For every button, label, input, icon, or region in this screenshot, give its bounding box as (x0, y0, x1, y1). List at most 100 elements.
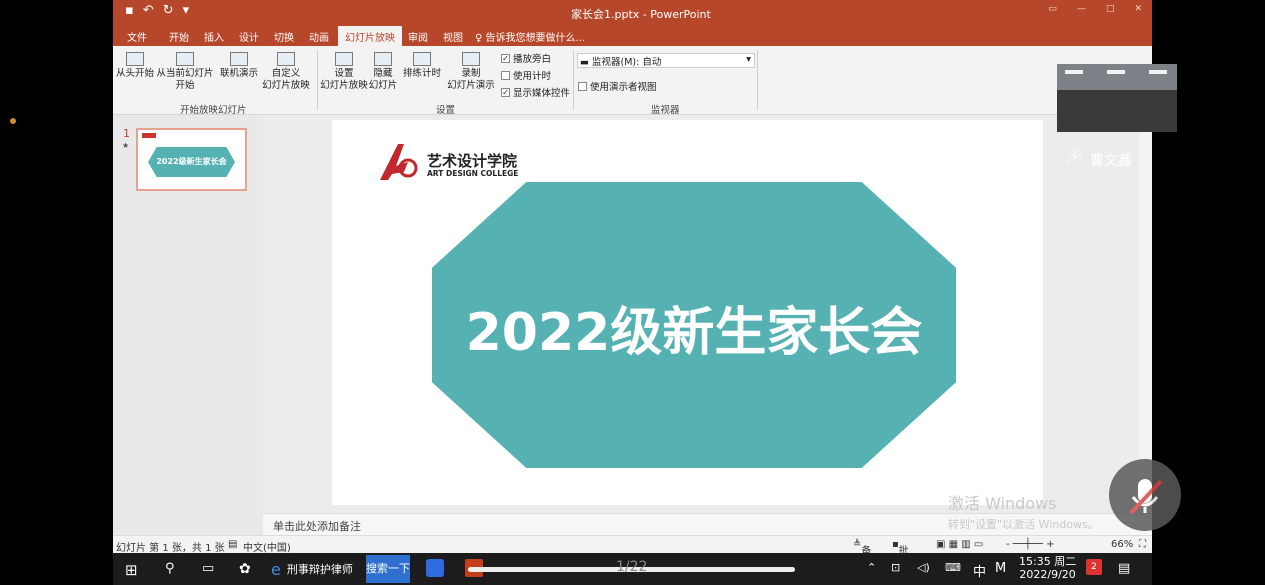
from-current-button[interactable]: 从当前幻灯片 开始 (155, 52, 215, 92)
use-timings-checkbox[interactable]: 使用计时 (501, 68, 551, 82)
slide-number: 1 (123, 127, 130, 140)
action-center-icon[interactable]: ▤ (1118, 561, 1130, 576)
online-present-icon (230, 52, 248, 66)
input-mode-icon[interactable]: M (995, 561, 1006, 576)
slide-thumbnail[interactable]: 2022级新生家长会 (136, 128, 247, 191)
slideshow-current-icon (176, 52, 194, 66)
tab-insert[interactable]: 插入 (204, 29, 224, 44)
system-clock[interactable]: 15:35 周二 2022/9/20 (1019, 555, 1076, 581)
browser-taskbar-item[interactable]: e 刑事辩护律师 (265, 555, 363, 583)
ribbon: 从头开始 从当前幻灯片 开始 联机演示 自定义 幻灯片放映 开始放映幻灯片 设置… (113, 46, 1152, 116)
tab-view[interactable]: 视图 (443, 29, 463, 44)
powerpoint-window: ▪ ↶ ↻ ▾ 家长会1.pptx - PowerPoint ▭ — □ ✕ 文… (113, 0, 1152, 553)
monitor-value: 监视器(M): 自动 (592, 57, 662, 68)
show-media-controls-checkbox[interactable]: ✓ 显示媒体控件 (501, 85, 570, 99)
meeting-app-icon[interactable] (426, 559, 444, 577)
save-icon[interactable]: ▪ (125, 3, 134, 18)
slide-thumbnails-pane: 1 ★ 2022级新生家长会 (113, 115, 263, 535)
clock-time: 15:35 周二 (1019, 555, 1077, 568)
browser-label: 刑事辩护律师 (286, 563, 353, 576)
minimize-icon[interactable]: — (1077, 4, 1086, 14)
presenter-view-checkbox[interactable]: 使用演示者视图 (578, 79, 657, 93)
setup-slideshow-button[interactable]: 设置 幻灯片放映 (319, 52, 369, 92)
quick-access-toolbar: ▪ ↶ ↻ ▾ (125, 3, 189, 18)
view-buttons[interactable]: ▣ ▦ ▥ ▭ (936, 539, 983, 550)
tab-animations[interactable]: 动画 (309, 29, 329, 44)
play-narration-checkbox[interactable]: ✓ 播放旁白 (501, 51, 551, 65)
tell-me-box[interactable]: ♀ 告诉我您想要做什么... (475, 29, 585, 44)
search-button[interactable]: 搜索一下 (366, 555, 410, 583)
zoom-level[interactable]: 66% (1111, 539, 1133, 550)
tab-slideshow[interactable]: 幻灯片放映 (338, 26, 402, 46)
setup-label-2: 幻灯片放映 (320, 80, 368, 91)
checkmark-icon: ✓ (501, 53, 510, 63)
page-counter: 1/22 (616, 559, 648, 575)
hide-label-2: 幻灯片 (368, 80, 398, 91)
tab-review[interactable]: 审阅 (408, 29, 428, 44)
windows-taskbar: ⊞ ⚲ ▭ ✿ e 刑事辩护律师 搜索一下 1/22 ⌃ ⊡ ◁) ⌨ 中 M … (113, 553, 1152, 585)
record-slideshow-button[interactable]: 录制 幻灯片演示 (443, 52, 499, 92)
undo-icon[interactable]: ↶ (143, 3, 154, 18)
language[interactable]: 中文(中国) (243, 539, 291, 553)
group-start-slideshow: 开始放映幻灯片 (180, 105, 247, 116)
custom-label-2: 幻灯片放映 (262, 80, 310, 91)
customize-qat-icon[interactable]: ▾ (183, 3, 190, 18)
online-present-button[interactable]: 联机演示 (217, 52, 261, 80)
redo-icon[interactable]: ↻ (163, 3, 174, 18)
clock-date: 2022/9/20 (1019, 568, 1076, 581)
chevron-up-icon[interactable]: ⌃ (867, 561, 876, 574)
orange-dot (10, 118, 16, 124)
slide-canvas[interactable]: 艺术设计学院 ART DESIGN COLLEGE 2022级新生家长会 (332, 120, 1043, 505)
search-icon[interactable]: ⚲ (165, 561, 175, 576)
divider (757, 50, 758, 110)
rehearse-label: 排练计时 (402, 68, 441, 79)
divider (317, 50, 318, 110)
tab-file[interactable]: 文件 (127, 29, 147, 44)
watermark-line1: 激活 Windows (948, 494, 1057, 513)
hide-label: 隐藏 (373, 68, 393, 79)
ribbon-display-icon[interactable]: ▭ (1048, 4, 1057, 14)
windows-start-icon[interactable]: ⊞ (125, 561, 138, 579)
activation-watermark: 激活 Windows 转到"设置"以激活 Windows。 (948, 490, 1099, 532)
volume-icon[interactable]: ◁) (917, 561, 930, 574)
narration-label: 播放旁白 (513, 54, 552, 65)
ime-indicator[interactable]: 中 (973, 561, 986, 580)
task-view-icon[interactable]: ▭ (202, 561, 214, 576)
tab-design[interactable]: 设计 (239, 29, 259, 44)
fit-slide-icon[interactable]: ⛶ (1139, 539, 1146, 550)
close-icon[interactable]: ✕ (1134, 4, 1142, 14)
monitor-icon: ▬ (580, 57, 589, 68)
checkbox-empty-icon (501, 70, 510, 80)
hide-slide-button[interactable]: 隐藏 幻灯片 (368, 52, 398, 92)
notification-badge[interactable]: 2 (1086, 559, 1102, 575)
logo-chinese: 艺术设计学院 (427, 152, 518, 170)
network-icon[interactable]: ⊡ (891, 561, 900, 574)
maximize-icon[interactable]: □ (1106, 4, 1115, 14)
rehearse-timings-button[interactable]: 排练计时 (401, 52, 443, 80)
zoom-slider[interactable]: - ──┼── + (1006, 539, 1054, 550)
spellcheck-icon[interactable]: ▤ (228, 539, 237, 550)
presenter-label: 使用演示者视图 (590, 82, 657, 93)
ie-icon: e (271, 559, 281, 579)
checkbox-empty-icon (578, 81, 587, 91)
from-beginning-button[interactable]: 从头开始 (115, 52, 155, 80)
tab-transitions[interactable]: 切换 (274, 29, 294, 44)
slide-title[interactable]: 2022级新生家长会 (432, 290, 956, 365)
app-icon[interactable]: ✿ (239, 561, 251, 577)
monitor-select[interactable]: ▬ 监视器(M): 自动 ▾ (577, 53, 755, 68)
stopwatch-icon (413, 52, 431, 66)
custom-show-button[interactable]: 自定义 幻灯片放映 (259, 52, 313, 92)
participant-video[interactable] (1057, 64, 1177, 132)
title-bar: ▪ ↶ ↻ ▾ 家长会1.pptx - PowerPoint ▭ — □ ✕ (113, 0, 1152, 26)
keyboard-icon[interactable]: ⌨ (945, 561, 961, 574)
comments-button[interactable]: ▪ 批注 (892, 539, 909, 553)
comments-label: 批注 (898, 546, 909, 553)
online-present-label: 联机演示 (219, 68, 258, 79)
tab-home[interactable]: 开始 (169, 29, 189, 44)
mute-microphone-button[interactable] (1109, 459, 1181, 531)
logo-icon (142, 133, 156, 138)
from-current-label-2: 开始 (175, 80, 195, 91)
notes-button[interactable]: ≜ 备注 (853, 539, 871, 553)
status-bar: 幻灯片 第 1 张，共 1 张 ▤ 中文(中国) ≜ 备注 ▪ 批注 ▣ ▦ ▥… (113, 535, 1152, 553)
lightbulb-icon: ♀ (475, 33, 483, 44)
